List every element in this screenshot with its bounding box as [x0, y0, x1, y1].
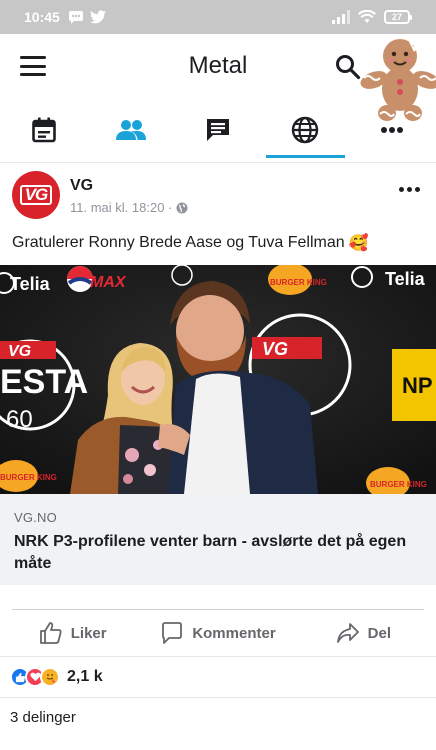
status-notification-icons	[68, 10, 106, 24]
burger-king-left-logo-text: BURGER KING	[0, 473, 57, 482]
share-arrow-icon	[336, 623, 359, 643]
couple-photo-icon: Telia MAX BURGER KING Telia VG ESTA 60 B…	[0, 265, 436, 494]
post-message: Gratulerer Ronny Brede Aase og Tuva Fell…	[12, 234, 345, 251]
tab-bar	[0, 100, 436, 160]
esta-logo-text: ESTA	[0, 363, 88, 401]
signal-icon	[332, 10, 350, 24]
globe-icon	[292, 116, 319, 144]
status-time: 10:45	[24, 9, 60, 25]
calendar-icon	[31, 117, 56, 143]
like-button[interactable]: Liker	[0, 612, 145, 654]
tab-messages[interactable]	[174, 100, 261, 160]
comment-icon	[162, 622, 183, 644]
public-globe-icon	[176, 202, 188, 213]
shares-count[interactable]: 3 delinger	[10, 709, 76, 726]
tab-explore[interactable]	[262, 100, 349, 160]
groups-icon	[115, 120, 146, 140]
sixty-logo-text: 60	[6, 406, 33, 433]
telia-logo-text: Telia	[10, 274, 51, 294]
actions-bottom-divider	[0, 656, 436, 657]
post-timestamp[interactable]: 11. mai kl. 18:20 ·	[70, 200, 172, 215]
post-options-button[interactable]	[399, 187, 420, 192]
reactions-summary[interactable]: 2,1 k	[0, 658, 436, 696]
wifi-icon	[358, 10, 376, 23]
app-header: Metal	[0, 34, 436, 121]
battery-level: 27	[391, 12, 402, 22]
thumbs-up-icon	[39, 622, 62, 644]
more-icon	[381, 127, 404, 133]
burger-king-right-logo-text: BURGER KING	[370, 480, 427, 489]
share-button[interactable]: Del	[291, 612, 436, 654]
battery-indicator: 27	[384, 10, 412, 24]
post-header: VG VG 11. mai kl. 18:20 ·	[0, 165, 436, 227]
post-actions: Liker Kommenter Del	[0, 612, 436, 654]
link-preview-info[interactable]: VG.NO NRK P3-profilene venter barn - avs…	[0, 494, 436, 585]
avatar[interactable]: VG	[12, 171, 60, 219]
share-label: Del	[367, 624, 391, 642]
np-logo-text: NP	[402, 373, 433, 398]
post-author[interactable]: VG	[70, 177, 93, 195]
smiling-hearts-emoji-icon: 🥰	[348, 235, 369, 252]
post-meta: 11. mai kl. 18:20 ·	[70, 200, 188, 215]
burger-king-logo-text: BURGER KING	[270, 278, 327, 287]
link-preview-image[interactable]: Telia MAX BURGER KING Telia VG ESTA 60 B…	[0, 265, 436, 494]
comment-label: Kommenter	[192, 624, 276, 642]
twitter-icon	[89, 10, 106, 24]
reaction-count: 2,1 k	[67, 668, 103, 685]
actions-top-divider	[12, 609, 424, 610]
search-icon[interactable]	[335, 54, 361, 80]
status-bar: 10:45 27	[0, 0, 436, 34]
care-reaction-icon	[40, 667, 60, 687]
reaction-icons	[10, 667, 60, 687]
vg-left-logo-text: VG	[8, 343, 31, 360]
pepsi-max-logo-text: MAX	[90, 274, 127, 291]
messages-icon	[207, 119, 229, 141]
tabs-divider	[0, 162, 436, 163]
avatar-logo: VG	[19, 185, 53, 205]
tab-more[interactable]	[349, 100, 436, 160]
chat-notification-icon	[68, 11, 83, 24]
link-domain: VG.NO	[14, 510, 57, 525]
vg-center-logo-text: VG	[262, 339, 288, 359]
like-label: Liker	[70, 624, 107, 642]
link-headline: NRK P3-profilene venter barn - avslørte …	[14, 533, 407, 572]
reactions-divider	[0, 697, 436, 698]
comment-button[interactable]: Kommenter	[145, 612, 290, 654]
tab-groups[interactable]	[87, 100, 174, 160]
telia-right-logo-text: Telia	[385, 269, 426, 289]
tab-events[interactable]	[0, 100, 87, 160]
post-text: Gratulerer Ronny Brede Aase og Tuva Fell…	[12, 233, 424, 253]
